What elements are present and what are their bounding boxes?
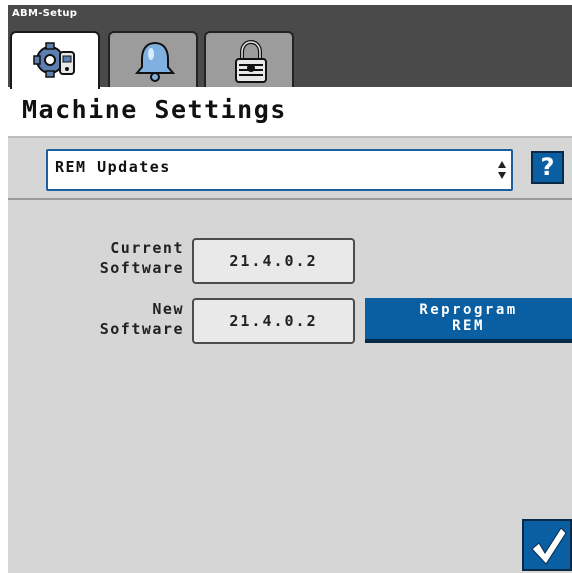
tab-security[interactable]: [204, 31, 294, 87]
bell-icon: [134, 41, 176, 82]
help-button[interactable]: ?: [531, 151, 564, 184]
title-bar: Machine Settings: [8, 87, 572, 138]
content-panel: Current Software 21.4.0.2 New Software 2…: [8, 200, 572, 573]
current-software-label-line1: Current: [110, 239, 184, 257]
selector-area: REM Updates ?: [8, 138, 572, 200]
new-software-label-line1: New: [152, 300, 184, 318]
settings-dropdown[interactable]: REM Updates: [46, 149, 513, 191]
padlock-icon: [235, 40, 267, 83]
app-frame: ABM-Setup Machine Settings REM Updates ?…: [8, 5, 572, 573]
current-software-label-line2: Software: [99, 259, 184, 277]
current-software-value: 21.4.0.2: [192, 238, 355, 284]
checkmark-icon: [531, 527, 567, 565]
page-title: Machine Settings: [22, 95, 287, 124]
new-software-value: 21.4.0.2: [192, 298, 355, 344]
dropdown-value: REM Updates: [55, 158, 171, 176]
new-software-label: New Software: [8, 299, 184, 339]
machine-gear-icon: [33, 42, 75, 78]
screen: ABM-Setup Machine Settings REM Updates ?…: [0, 0, 572, 573]
reprogram-button-line2: REM: [452, 318, 485, 334]
reprogram-button-line1: Reprogram: [419, 302, 518, 318]
current-software-label: Current Software: [8, 238, 184, 278]
app-title: ABM-Setup: [12, 8, 78, 19]
new-software-label-line2: Software: [99, 320, 184, 338]
confirm-button[interactable]: [522, 519, 572, 571]
spinner-arrows-icon: [498, 161, 506, 179]
tab-machine-settings[interactable]: [10, 31, 100, 89]
tab-alarms[interactable]: [108, 31, 198, 87]
reprogram-rem-button[interactable]: Reprogram REM: [365, 298, 572, 343]
